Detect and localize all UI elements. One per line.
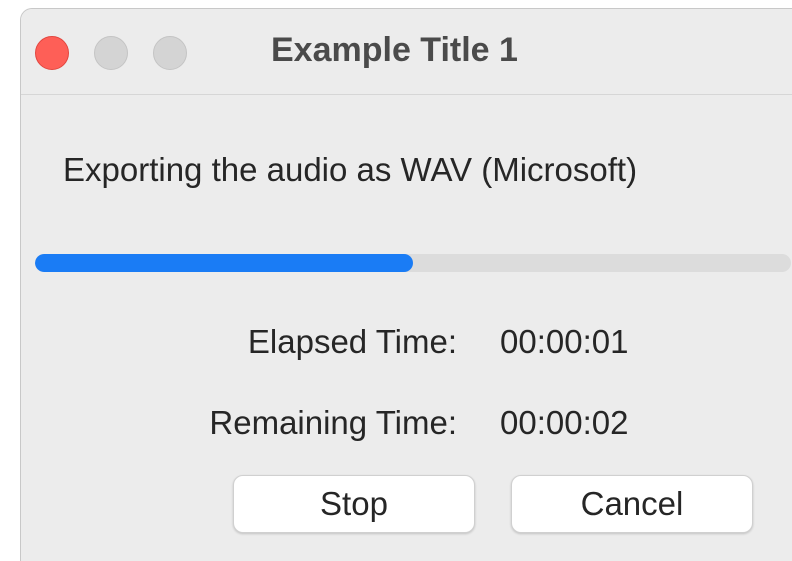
title-bar[interactable]: Example Title 1 [21, 9, 792, 95]
export-progress-fill [35, 254, 413, 272]
close-window-icon[interactable] [35, 36, 69, 70]
minimize-window-icon [94, 36, 128, 70]
elapsed-time-label: Elapsed Time: [247, 323, 457, 360]
stop-button[interactable]: Stop [233, 475, 475, 533]
zoom-window-icon [153, 36, 187, 70]
cancel-button[interactable]: Cancel [511, 475, 753, 533]
remaining-time-label: Remaining Time: [209, 404, 457, 441]
export-message: Exporting the audio as WAV (Microsoft) [63, 151, 638, 188]
remaining-time-value: 00:00:02 [500, 404, 629, 441]
export-progress-window: Example Title 1 Exporting the audio as W… [20, 8, 792, 561]
window-title: Example Title 1 [271, 31, 518, 69]
elapsed-time-value: 00:00:01 [500, 323, 629, 360]
export-progress-bar [35, 254, 791, 272]
